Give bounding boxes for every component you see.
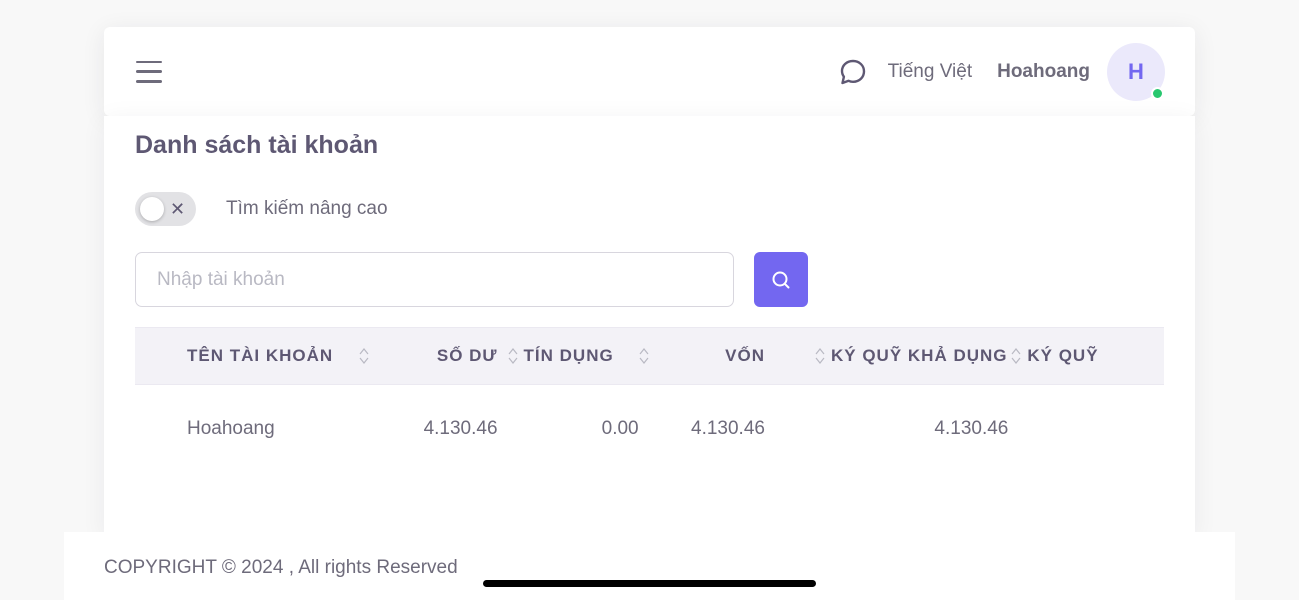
accounts-card: Danh sách tài khoản ✕ Tìm kiếm nâng cao … xyxy=(104,116,1195,536)
top-navbar: Tiếng Việt Hoahoang H xyxy=(104,27,1195,116)
column-header-balance[interactable]: SỐ DƯ xyxy=(368,327,498,385)
cell-credit: 0.00 xyxy=(601,417,639,439)
table-header-row: TÊN TÀI KHOẢN SỐ DƯ TÍN DỤNG VỐN KÝ QUỸ … xyxy=(135,327,1164,385)
avatar-initial: H xyxy=(1128,58,1144,84)
cell-account-name: Hoahoang xyxy=(187,417,275,439)
column-header-equity[interactable]: VỐN xyxy=(638,327,765,385)
toggle-knob xyxy=(140,197,164,221)
sort-icon xyxy=(639,348,649,364)
chat-icon[interactable] xyxy=(838,57,868,87)
table-row[interactable]: Hoahoang 4.130.46 0.00 4.130.46 4.130.46 xyxy=(135,384,1164,468)
navbar-right: Tiếng Việt Hoahoang H xyxy=(838,42,1165,101)
advanced-search-row: ✕ Tìm kiếm nâng cao xyxy=(135,192,388,226)
cell-free-margin: 4.130.46 xyxy=(934,417,1009,439)
language-selector[interactable]: Tiếng Việt xyxy=(888,61,973,83)
search-icon xyxy=(772,271,790,288)
user-name[interactable]: Hoahoang xyxy=(997,61,1090,83)
home-indicator[interactable] xyxy=(483,580,816,587)
accounts-table: TÊN TÀI KHOẢN SỐ DƯ TÍN DỤNG VỐN KÝ QUỸ … xyxy=(135,327,1164,467)
advanced-search-toggle[interactable]: ✕ xyxy=(135,192,196,226)
sort-icon xyxy=(815,348,825,364)
column-header-margin[interactable]: KÝ QUỸ xyxy=(1008,327,1164,385)
column-header-account-name[interactable]: TÊN TÀI KHOẢN xyxy=(135,327,369,385)
cell-margin xyxy=(1008,385,1164,468)
column-header-credit[interactable]: TÍN DỤNG xyxy=(497,327,639,385)
page-title: Danh sách tài khoản xyxy=(135,131,379,159)
copyright-text: COPYRIGHT © 2024 , All rights Reserved xyxy=(104,557,458,578)
avatar[interactable]: H xyxy=(1107,42,1165,101)
page-footer: COPYRIGHT © 2024 , All rights Reserved xyxy=(64,532,1235,600)
close-icon: ✕ xyxy=(170,199,186,219)
sort-icon xyxy=(359,348,369,364)
sort-icon xyxy=(1011,348,1021,364)
app-page: Tiếng Việt Hoahoang H Danh sách tài khoả… xyxy=(0,0,1299,600)
search-button[interactable] xyxy=(754,252,808,307)
advanced-search-label: Tìm kiếm nâng cao xyxy=(226,198,388,219)
online-status-dot xyxy=(1151,86,1164,100)
column-header-free-margin[interactable]: KÝ QUỸ KHẢ DỤNG xyxy=(764,327,1009,385)
menu-icon[interactable] xyxy=(136,60,164,83)
cell-balance: 4.130.46 xyxy=(423,417,498,439)
accounts-table-wrapper: TÊN TÀI KHOẢN SỐ DƯ TÍN DỤNG VỐN KÝ QUỸ … xyxy=(135,327,1164,467)
cell-equity: 4.130.46 xyxy=(691,417,765,439)
account-search-input[interactable] xyxy=(135,252,734,307)
sort-icon xyxy=(508,348,518,364)
